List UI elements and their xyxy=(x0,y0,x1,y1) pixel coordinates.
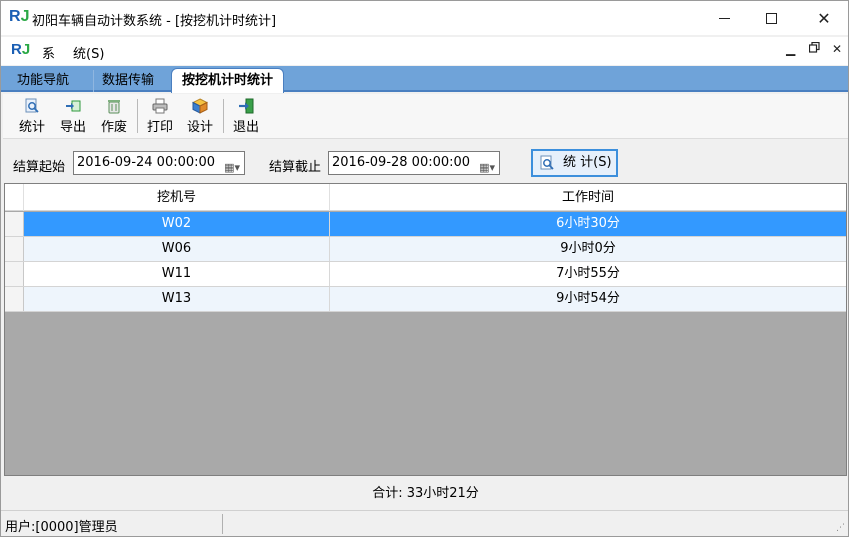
row-header[interactable] xyxy=(5,262,24,286)
table-row[interactable]: W13 9小时54分 xyxy=(5,287,846,312)
cell-work-time[interactable]: 7小时55分 xyxy=(330,262,846,286)
void-tool-button[interactable]: 作废 xyxy=(97,96,131,136)
row-header[interactable] xyxy=(5,287,24,311)
app-logo-icon: RJ xyxy=(9,8,30,25)
toolbar-separator xyxy=(137,99,138,133)
end-date-picker[interactable]: 2016-09-28 00:00:00 ▦▾ xyxy=(328,151,500,175)
toolbar: 统计 导出 作废 打印 设计 退出 xyxy=(3,94,848,139)
design-icon xyxy=(192,98,208,114)
toolbar-separator xyxy=(223,99,224,133)
export-tool-label: 导出 xyxy=(59,120,86,135)
start-date-picker[interactable]: 2016-09-24 00:00:00 ▦▾ xyxy=(73,151,245,175)
close-icon: ✕ xyxy=(817,8,831,28)
exit-tool-label: 退出 xyxy=(232,120,259,135)
mdi-restore-button[interactable] xyxy=(808,41,820,56)
maximize-button[interactable] xyxy=(748,1,794,35)
maximize-icon xyxy=(765,12,777,24)
column-header-excavator[interactable]: 挖机号 xyxy=(24,184,330,211)
stat-tool-label: 统计 xyxy=(18,120,45,135)
minimize-button[interactable] xyxy=(701,1,747,35)
mdi-minimize-button[interactable]: ▁ xyxy=(786,42,795,56)
start-date-value: 2016-09-24 00:00:00 xyxy=(77,155,216,170)
total-summary: 合计: 33小时21分 xyxy=(4,477,847,509)
stat-button-label: 统 计(S) xyxy=(563,155,612,170)
table-row[interactable]: W06 9小时0分 xyxy=(5,237,846,262)
printer-icon xyxy=(152,98,168,114)
calendar-dropdown-icon[interactable]: ▦▾ xyxy=(224,157,240,179)
tab-function-nav[interactable]: 功能导航 xyxy=(9,70,77,92)
minimize-icon xyxy=(718,17,730,19)
grid-header: 挖机号 工作时间 xyxy=(5,184,846,211)
table-row[interactable]: W02 6小时30分 xyxy=(5,212,846,237)
export-icon xyxy=(66,100,81,112)
magnifier-icon xyxy=(25,98,39,113)
exit-icon xyxy=(239,98,254,114)
design-tool-button[interactable]: 设计 xyxy=(183,96,217,136)
status-separator xyxy=(222,514,223,534)
tab-excavator-timing[interactable]: 按挖机计时统计 xyxy=(171,68,285,93)
filter-bar: 结算起始 2016-09-24 00:00:00 ▦▾ 结算截止 2016-09… xyxy=(3,141,848,181)
close-button[interactable]: ✕ xyxy=(801,1,847,35)
menu-item-system[interactable]: 系 xyxy=(42,43,55,62)
void-tool-label: 作废 xyxy=(100,120,127,135)
table-row[interactable]: W11 7小时55分 xyxy=(5,262,846,287)
print-tool-label: 打印 xyxy=(146,120,173,135)
menu-item-stat[interactable]: 统(S) xyxy=(73,43,104,62)
cell-excavator[interactable]: W13 xyxy=(24,287,330,311)
mdi-close-button[interactable]: ✕ xyxy=(832,42,842,56)
trash-icon xyxy=(108,100,120,114)
cell-excavator[interactable]: W02 xyxy=(24,212,330,236)
status-user: 用户:[0000]管理员 xyxy=(5,520,118,535)
print-tool-button[interactable]: 打印 xyxy=(143,96,177,136)
cell-excavator[interactable]: W11 xyxy=(24,262,330,286)
start-date-label: 结算起始 xyxy=(13,160,66,175)
menu-bar: RJ 系 统(S) ▁ ✕ xyxy=(1,37,848,65)
calendar-dropdown-icon[interactable]: ▦▾ xyxy=(479,157,495,179)
end-date-value: 2016-09-28 00:00:00 xyxy=(332,155,471,170)
column-header-work-time[interactable]: 工作时间 xyxy=(330,184,846,211)
stat-tool-button[interactable]: 统计 xyxy=(15,96,49,136)
stat-button[interactable]: 统 计(S) xyxy=(531,149,618,177)
row-header-corner xyxy=(5,184,24,211)
resize-grip-icon[interactable]: ⋰ xyxy=(836,523,845,533)
data-grid[interactable]: 挖机号 工作时间 W02 6小时30分 W06 9小时0分 W11 7小时55分… xyxy=(4,183,847,476)
title-bar: RJ 初阳车辆自动计数系统 - [按挖机计时统计] ✕ xyxy=(1,1,848,35)
end-date-label: 结算截止 xyxy=(269,160,322,175)
menu-logo-icon: RJ xyxy=(11,41,31,58)
cell-work-time[interactable]: 9小时54分 xyxy=(330,287,846,311)
exit-tool-button[interactable]: 退出 xyxy=(229,96,263,136)
cell-excavator[interactable]: W06 xyxy=(24,237,330,261)
restore-icon xyxy=(808,41,820,53)
row-header[interactable] xyxy=(5,237,24,261)
app-window: RJ 初阳车辆自动计数系统 - [按挖机计时统计] ✕ RJ 系 统(S) ▁ … xyxy=(0,0,849,537)
document-tabs: 功能导航 数据传输 按挖机计时统计 xyxy=(1,66,848,93)
cell-work-time[interactable]: 6小时30分 xyxy=(330,212,846,236)
status-bar: 用户:[0000]管理员 ⋰ xyxy=(1,510,848,536)
export-tool-button[interactable]: 导出 xyxy=(56,96,90,136)
cell-work-time[interactable]: 9小时0分 xyxy=(330,237,846,261)
tab-data-transfer[interactable]: 数据传输 xyxy=(93,70,162,92)
row-header[interactable] xyxy=(5,212,24,236)
magnifier-icon xyxy=(540,155,554,170)
window-title: 初阳车辆自动计数系统 - [按挖机计时统计] xyxy=(32,14,277,29)
design-tool-label: 设计 xyxy=(186,120,213,135)
